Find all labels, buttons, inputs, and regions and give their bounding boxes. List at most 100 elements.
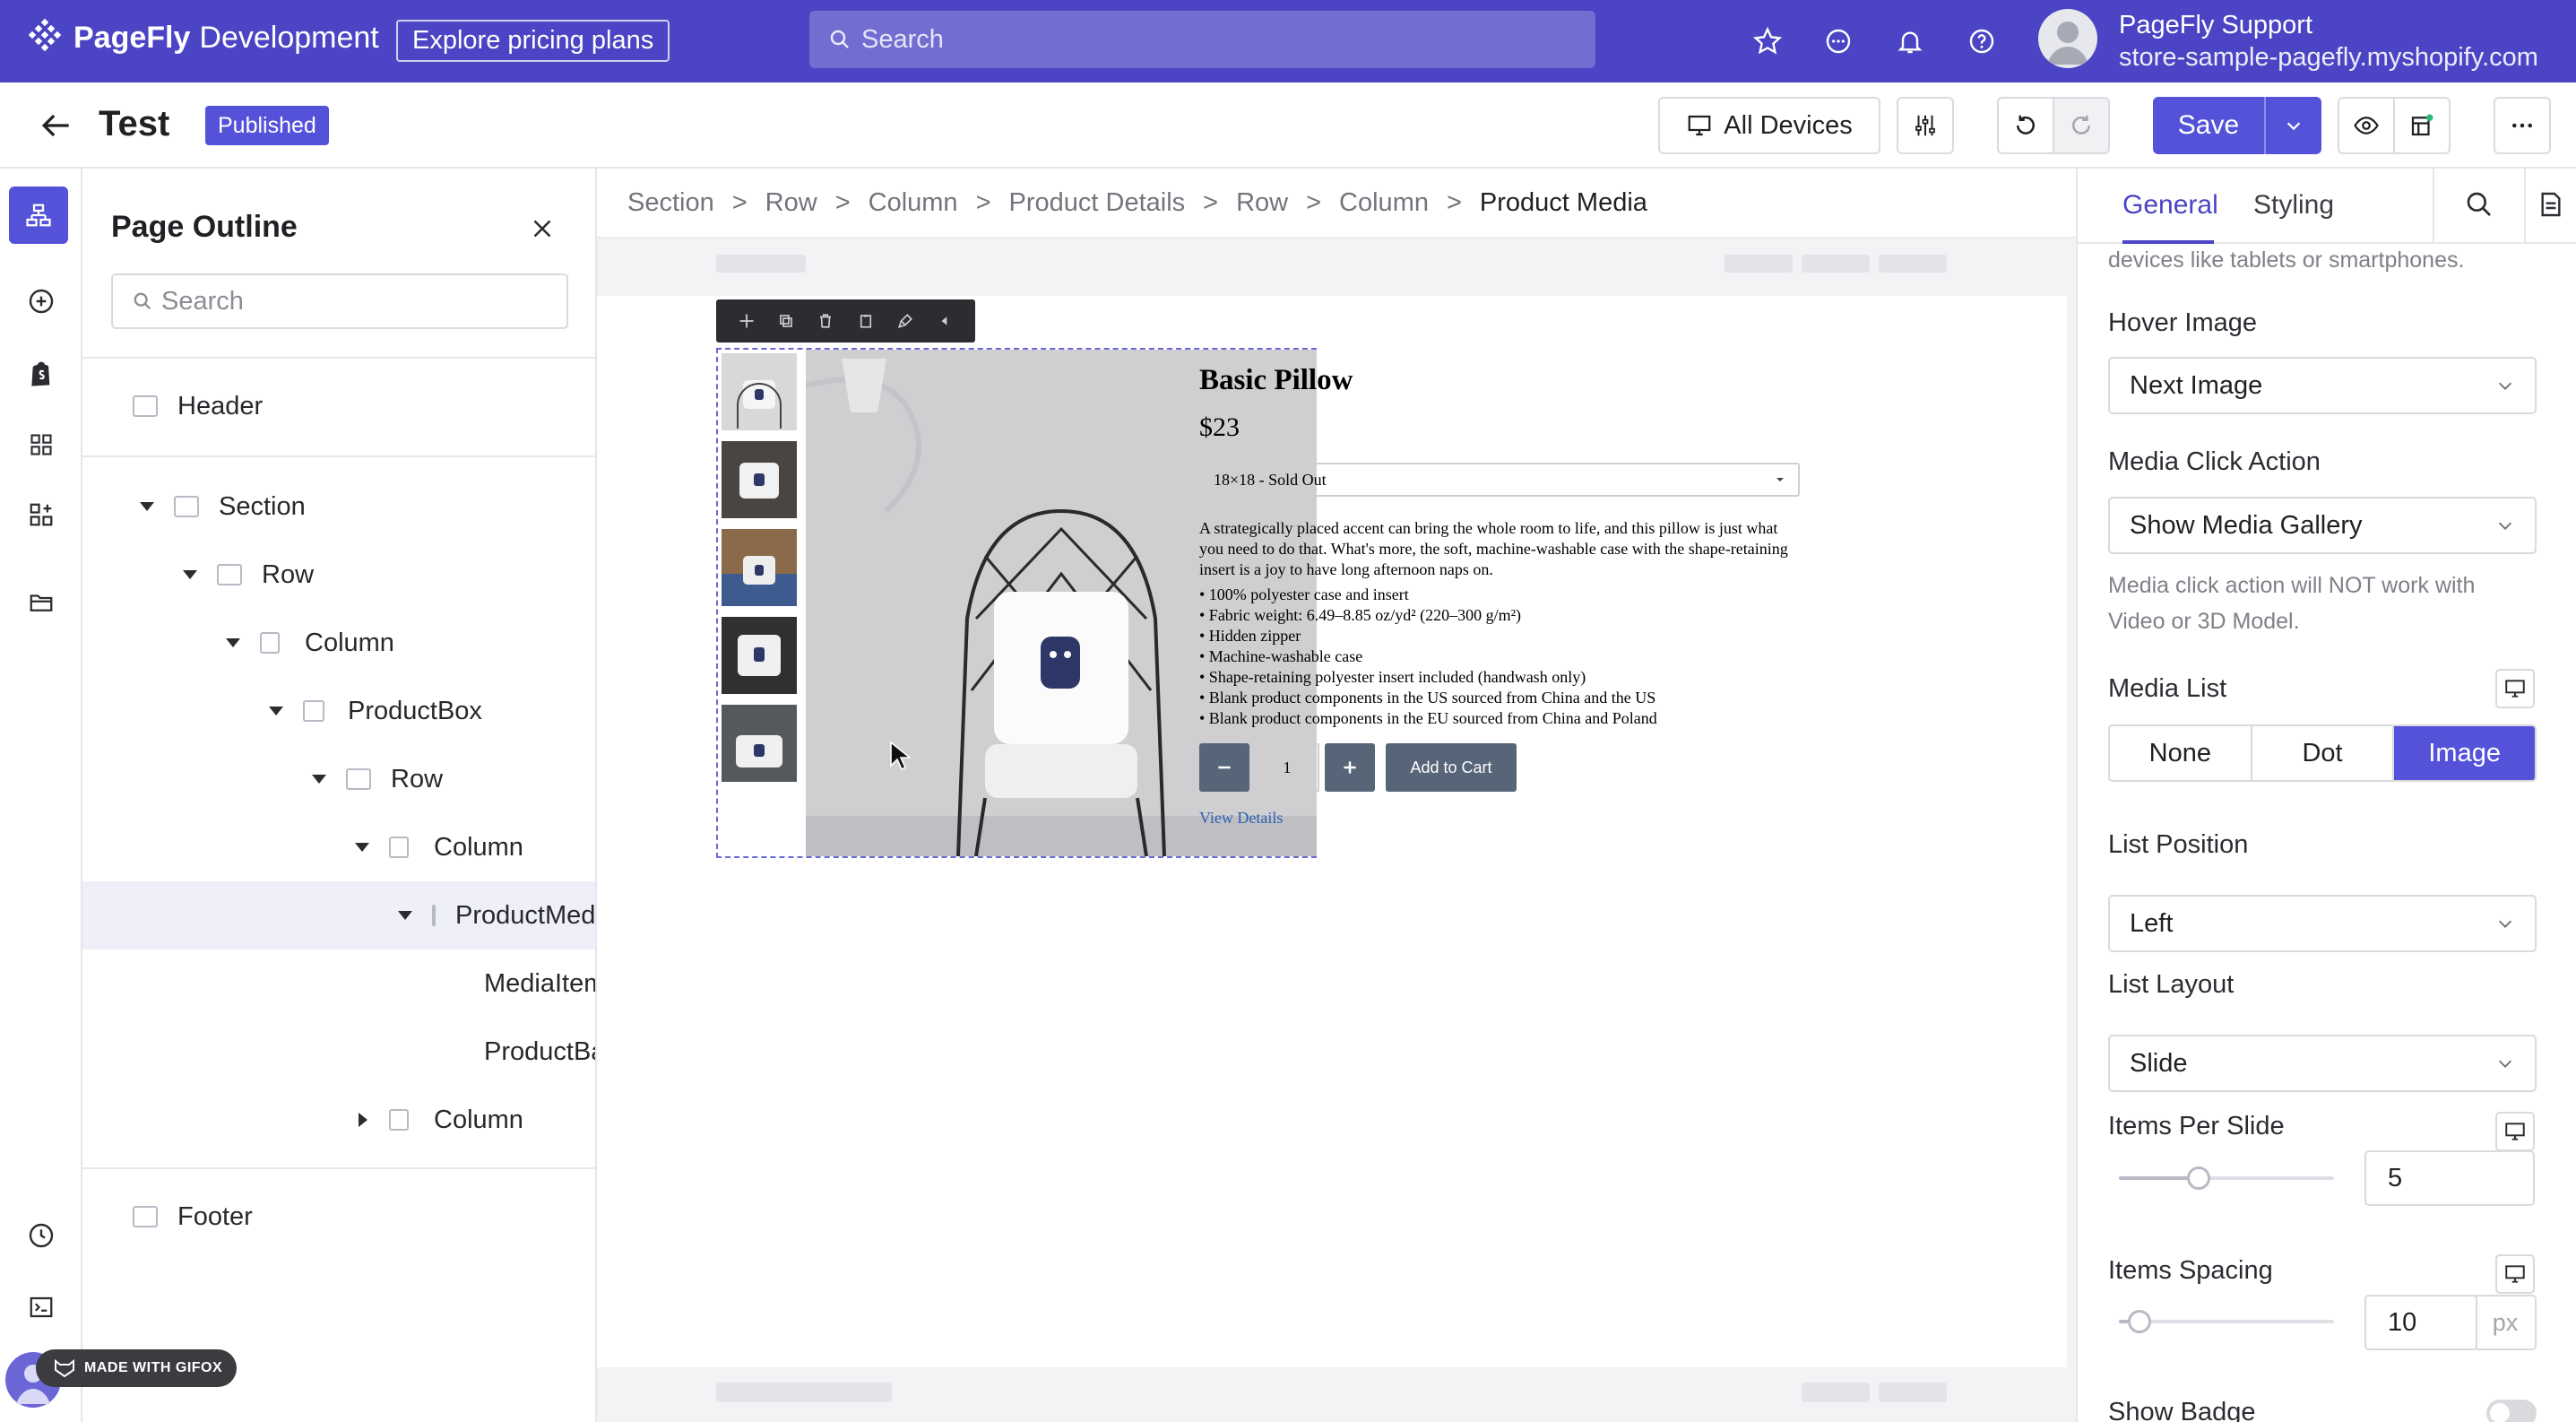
list-layout-select[interactable]: Slide — [2108, 1035, 2537, 1092]
star-button[interactable] — [1750, 23, 1785, 59]
tree-node-row[interactable]: Row — [82, 541, 595, 609]
style-button[interactable] — [897, 313, 913, 329]
media-click-action-select[interactable]: Show Media Gallery — [2108, 497, 2537, 554]
tree-node-header[interactable]: Header — [82, 372, 595, 440]
media-thumbnail[interactable] — [722, 705, 797, 782]
tree-node-mediaitem[interactable]: MediaItem — [82, 949, 595, 1018]
settings-sliders-button[interactable] — [1897, 97, 1954, 154]
tab-styling[interactable]: Styling — [2253, 190, 2334, 221]
chevron-down-icon — [2498, 522, 2512, 530]
quantity-increase-button[interactable] — [1325, 743, 1375, 792]
help-button[interactable] — [1964, 23, 2000, 59]
items-spacing-input[interactable]: 10 — [2364, 1295, 2477, 1350]
caret-down-icon[interactable] — [183, 570, 197, 579]
rail-files-button[interactable] — [22, 583, 61, 622]
breadcrumb-current[interactable]: Product Media — [1480, 188, 1647, 218]
caret-down-icon[interactable] — [355, 843, 369, 852]
media-list-option-dot[interactable]: Dot — [2252, 726, 2395, 780]
tree-node-productmedia[interactable]: ProductMedia — [82, 881, 595, 949]
rail-sections-button[interactable] — [22, 425, 61, 464]
media-thumbnail[interactable] — [722, 529, 797, 606]
media-list-option-image[interactable]: Image — [2394, 726, 2535, 780]
rail-add-element-button[interactable] — [22, 282, 61, 321]
breadcrumb-item[interactable]: Column — [1339, 188, 1429, 218]
media-list-device-button[interactable] — [2495, 669, 2535, 708]
page-title[interactable]: Test — [99, 104, 169, 144]
panel-search-button[interactable] — [2465, 190, 2497, 222]
tree-node-label: Column — [434, 832, 523, 862]
all-devices-button[interactable]: All Devices — [1658, 97, 1880, 154]
breadcrumb-item[interactable]: Section — [627, 188, 714, 218]
tree-node-productbox[interactable]: ProductBox — [82, 677, 595, 745]
media-thumbnail[interactable] — [722, 353, 797, 430]
chat-button[interactable] — [1820, 23, 1856, 59]
panel-document-button[interactable] — [2537, 190, 2569, 222]
media-thumbnail[interactable] — [722, 617, 797, 694]
rail-shopify-button[interactable] — [22, 353, 61, 393]
duplicate-button[interactable] — [778, 313, 794, 329]
pagefly-logo[interactable]: PageFly Development — [25, 18, 379, 57]
media-thumbnail[interactable] — [722, 441, 797, 518]
caret-down-icon[interactable] — [140, 502, 154, 511]
items-per-slide-input[interactable]: 5 — [2364, 1150, 2535, 1206]
explore-pricing-button[interactable]: Explore pricing plans — [396, 20, 670, 62]
more-options-button[interactable] — [2494, 97, 2551, 154]
items-spacing-slider[interactable] — [2119, 1310, 2334, 1333]
preview-button[interactable] — [2338, 97, 2395, 154]
notifications-button[interactable] — [1892, 23, 1928, 59]
caret-down-icon[interactable] — [226, 638, 240, 647]
view-details-link[interactable]: View Details — [1199, 809, 1283, 828]
back-button[interactable] — [36, 106, 75, 145]
caret-right-icon[interactable] — [359, 1113, 367, 1127]
redo-button[interactable] — [2053, 97, 2110, 154]
breadcrumb-item[interactable]: Row — [765, 188, 817, 218]
user-info[interactable]: PageFly Support store-sample-pagefly.mys… — [2119, 9, 2538, 74]
media-list-option-none[interactable]: None — [2110, 726, 2252, 780]
caret-down-icon[interactable] — [312, 775, 326, 784]
caret-down-icon[interactable] — [269, 707, 283, 715]
row-node-icon — [217, 564, 242, 585]
tree-node-column[interactable]: Column — [82, 813, 595, 881]
items-spacing-device-button[interactable] — [2495, 1254, 2535, 1294]
tree-node-column[interactable]: Column — [82, 609, 595, 677]
tree-node-footer[interactable]: Footer — [82, 1183, 595, 1251]
tree-node-label: ProductBox — [348, 696, 482, 725]
slider-handle[interactable] — [2128, 1310, 2151, 1333]
items-per-slide-device-button[interactable] — [2495, 1112, 2535, 1151]
save-button[interactable]: Save — [2153, 97, 2321, 154]
rail-code-button[interactable] — [22, 1288, 61, 1327]
user-avatar[interactable] — [2038, 9, 2097, 68]
save-as-button[interactable] — [858, 313, 874, 329]
save-options-dropdown[interactable] — [2266, 97, 2321, 154]
tree-node-row[interactable]: Row — [82, 745, 595, 813]
breadcrumb-item[interactable]: Product Details — [1009, 188, 1186, 218]
close-outline-button[interactable] — [527, 213, 558, 244]
tab-general[interactable]: General — [2122, 190, 2218, 221]
publish-status-button[interactable] — [2393, 97, 2451, 154]
pillow-thumbnail-image — [722, 529, 797, 606]
add-to-cart-button[interactable]: Add to Cart — [1386, 743, 1517, 792]
collapse-toolbar-button[interactable] — [937, 313, 953, 329]
list-position-select[interactable]: Left — [2108, 895, 2537, 952]
delete-button[interactable] — [817, 313, 834, 329]
tree-node-column[interactable]: Column — [82, 1086, 595, 1154]
breadcrumb-item[interactable]: Row — [1236, 188, 1288, 218]
global-search-input[interactable]: Search — [809, 11, 1595, 68]
variant-select[interactable]: 18×18 - Sold Out — [1199, 463, 1800, 497]
quantity-input[interactable]: 1 — [1255, 743, 1319, 792]
hover-image-select[interactable]: Next Image — [2108, 357, 2537, 414]
outline-search-input[interactable]: Search — [111, 273, 568, 329]
rail-history-button[interactable] — [22, 1216, 61, 1255]
show-badge-toggle[interactable] — [2486, 1400, 2537, 1422]
rail-apps-button[interactable] — [22, 495, 61, 534]
tree-node-productbadge[interactable]: ProductBadge — [82, 1018, 595, 1086]
caret-down-icon[interactable] — [398, 911, 412, 920]
slider-handle[interactable] — [2187, 1166, 2210, 1190]
rail-outline-button[interactable] — [9, 186, 68, 244]
items-per-slide-slider[interactable] — [2119, 1166, 2334, 1190]
tree-node-section[interactable]: Section — [82, 473, 595, 541]
quantity-decrease-button[interactable] — [1199, 743, 1249, 792]
move-button[interactable] — [739, 313, 755, 329]
breadcrumb-item[interactable]: Column — [869, 188, 958, 218]
undo-button[interactable] — [1997, 97, 2054, 154]
